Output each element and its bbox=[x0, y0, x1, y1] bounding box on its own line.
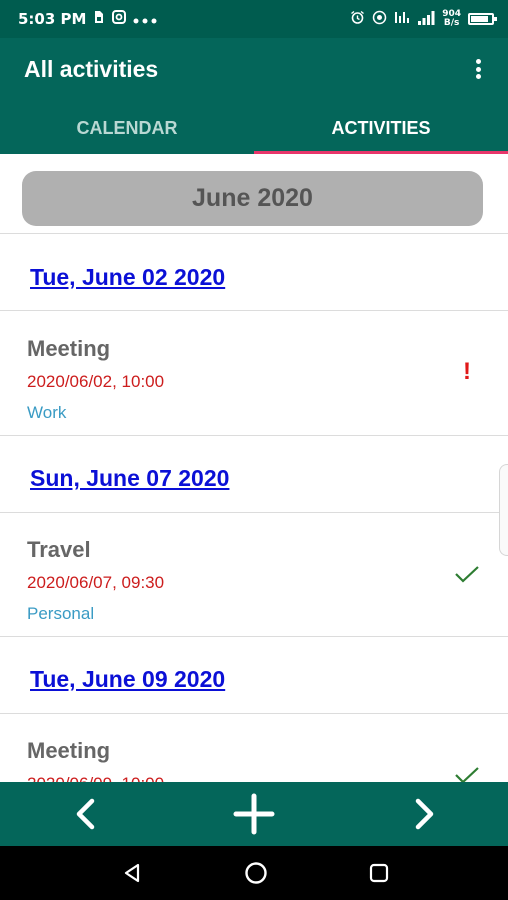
status-bar: 5:03 PM 904 B/s bbox=[0, 0, 508, 38]
activity-time: 2020/06/07, 09:30 bbox=[27, 573, 165, 592]
activity-time: 2020/06/02, 10:00 bbox=[27, 372, 165, 391]
chevron-right-icon[interactable] bbox=[385, 782, 465, 846]
tab-bar: CALENDAR ACTIVITIES bbox=[0, 110, 508, 154]
app-bar: All activities CALENDAR ACTIVITIES bbox=[0, 38, 508, 154]
activity-title: Travel bbox=[27, 537, 91, 562]
signal-icon bbox=[417, 10, 435, 28]
month-header-button[interactable]: June 2020 bbox=[22, 171, 483, 226]
sim-card-icon bbox=[93, 10, 105, 28]
recents-icon[interactable] bbox=[349, 846, 409, 900]
volte-signal-icon bbox=[394, 10, 410, 28]
activity-category: Personal bbox=[27, 604, 95, 623]
battery-icon bbox=[468, 13, 497, 25]
exclamation-icon: ! bbox=[463, 358, 471, 385]
divider bbox=[0, 713, 508, 714]
activity-title: Meeting bbox=[27, 336, 111, 361]
scroll-handle[interactable] bbox=[499, 464, 508, 556]
alarm-icon bbox=[350, 10, 365, 28]
hotspot-icon bbox=[372, 10, 387, 28]
date-link[interactable]: Tue, June 02 2020 bbox=[30, 264, 225, 291]
date-link[interactable]: Sun, June 07 2020 bbox=[30, 465, 229, 492]
check-icon bbox=[455, 566, 479, 583]
activities-list[interactable]: June 2020 Tue, June 02 2020 Meeting 2020… bbox=[0, 154, 508, 782]
chevron-left-icon[interactable] bbox=[45, 782, 125, 846]
check-icon bbox=[455, 767, 479, 782]
network-speed: 904 B/s bbox=[442, 9, 461, 28]
page-title: All activities bbox=[24, 56, 159, 82]
plus-icon[interactable] bbox=[214, 782, 294, 846]
activity-time: 2020/06/09, 10:00 bbox=[27, 774, 164, 782]
tab-activities[interactable]: ACTIVITIES bbox=[254, 110, 508, 154]
instagram-icon bbox=[112, 10, 127, 28]
system-navigation-bar bbox=[0, 846, 508, 900]
more-notifications-icon bbox=[133, 10, 157, 28]
back-icon[interactable] bbox=[102, 846, 162, 900]
status-time: 5:03 PM bbox=[18, 10, 87, 28]
divider bbox=[0, 512, 508, 513]
activity-category: Work bbox=[27, 403, 67, 422]
home-icon[interactable] bbox=[226, 846, 286, 900]
divider bbox=[0, 310, 508, 311]
divider bbox=[0, 636, 508, 637]
overflow-menu-icon[interactable] bbox=[468, 56, 488, 82]
activity-title: Meeting bbox=[27, 738, 111, 763]
bottom-action-bar bbox=[0, 782, 508, 846]
tab-calendar[interactable]: CALENDAR bbox=[0, 110, 254, 154]
divider bbox=[0, 435, 508, 436]
divider bbox=[0, 233, 508, 234]
date-link[interactable]: Tue, June 09 2020 bbox=[30, 666, 225, 693]
